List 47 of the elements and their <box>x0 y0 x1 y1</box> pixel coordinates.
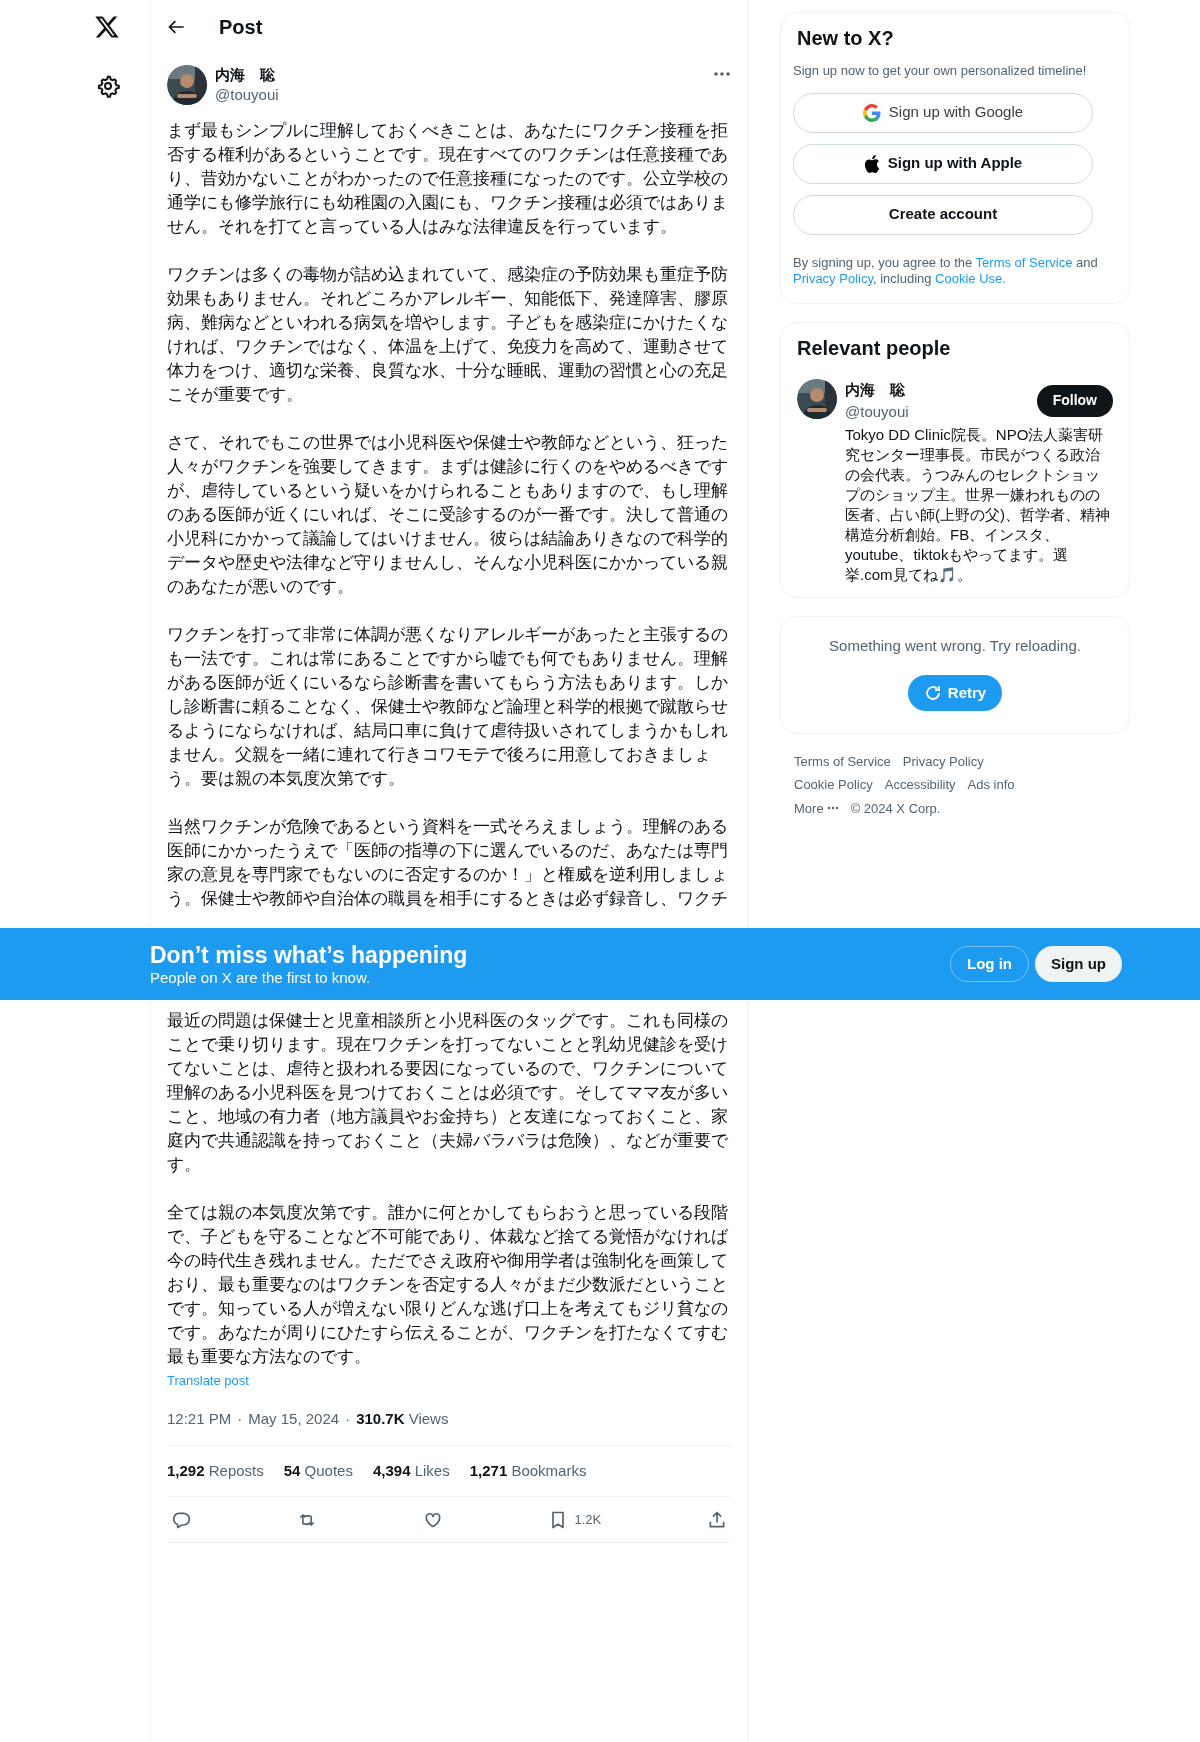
stat-link[interactable]: 1,271 Bookmarks <box>469 1459 587 1483</box>
refresh-icon <box>923 684 942 702</box>
page-title: Post <box>219 14 263 40</box>
post-paragraph: ワクチンは多くの毒物が詰め込まれていて、感染症の予防効果も重症予防効果もありません。それどころかアレルギー、知能低下、発達障害、膠原病、難病などといわれる病気を増やします。子どもを感染症にかけたくなければ、ワクチンではなく、体温を上げて、免疫力を高めて、運動させて体力をつけ、適切な栄養、良質な水、十分な睡眠、運動の習慣と心の充足こそが重要です。 <box>167 264 729 406</box>
banner-subtitle: People on X are the first to know. <box>150 969 372 987</box>
footer-link[interactable]: Terms of Service <box>794 751 891 771</box>
post-paragraph: 最近の問題は保健士と児童相談所と小児科医のタッグです。これも同様のことで乗り切ります。現在ワクチンを打ってないことと乳幼児健診を受けてないことは、虐待と扱われる要因になっているので、ワクチンについて理解のある小児科医を見つけておくことは必須です。そしてママ友が多いこと、地域の有力者（地方議員やお金持ち）と友達になっておくこと、家庭内で共通認識を持っておくこと（夫婦バラバラは危険）、などが重要です。 <box>167 1010 729 1176</box>
footer-link[interactable]: More <box>794 798 839 818</box>
post-time[interactable]: 12:21 PM <box>167 1407 232 1431</box>
footer-link[interactable]: Privacy Policy <box>902 751 984 771</box>
separator-dot: · <box>237 1408 243 1429</box>
view-count: 310.7K Views <box>356 1408 449 1429</box>
google-logo-icon <box>862 103 881 122</box>
stat-link[interactable]: 54 Quotes <box>283 1459 353 1483</box>
error-message: Something went wrong. Try reloading. <box>829 635 1081 656</box>
settings-icon[interactable] <box>96 74 120 98</box>
more-icon[interactable] <box>713 71 731 77</box>
copyright-text: © 2024 X Corp. <box>850 799 941 818</box>
card-title: New to X? <box>796 26 895 51</box>
separator-dot: · <box>345 1408 351 1429</box>
post-paragraph: さて、それでもこの世界では小児科医や保健士や教師などという、狂った人々がワクチンを強要してきます。まずは健診に行くのをやめるべきですが、虐待しているという疑いをかけられることもありますので、もし理解のある医師が近くにいれば、そこに受診するのが一番です。決して普通の小児科にかかって議論してはいけません。彼らは結論ありきなので科学的データや歴史や法律など守りませんし、そんな小児科医にかかっている親のあなたが悪いのです。 <box>167 432 729 598</box>
post-paragraph: 当然ワクチンが危険であるという資料を一式そろえましょう。理解のある医師にかかったうえで「医師の指導の下に選んでいるのだ、あなたは専門家の意見を専門家でもないのに否定するのか！」と権威を逆利用しましょう。保健士や教師や自治体の職員を相手にするときは必ず録音し、ワクチ <box>167 816 729 910</box>
share-icon[interactable] <box>707 1509 727 1530</box>
stat-link[interactable]: 1,292 Reposts <box>167 1459 264 1483</box>
card-subtitle: Sign up now to get your own personalized timeline! <box>793 62 1088 80</box>
footer-link[interactable]: Ads info <box>967 775 1015 795</box>
post-paragraph: 全ては親の本気度次第です。誰かに何とかしてもらおうと思っている段階で、子どもを守ることなど不可能であり、体裁など捨てる覚悟がなければ今の時代生き残れません。ただでさえ政府や御用学者は強制化を画策しており、最も重要なのはワクチンを否定する人々がまだ少数派だということです。知っている人が増えない限りどんな逃げ口上を考えてもジリ貧なのです。あなたが周りにひたすら伝えることが、ワクチンを打たなくてすむ最も重要な方法なのです。 <box>167 1202 729 1368</box>
footer-link[interactable]: Accessibility <box>884 775 956 795</box>
post-paragraph: まず最もシンプルに理解しておくべきことは、あなたにワクチン接種を拒否する権利があるということです。現在すべてのワクチンは任意接種であり、昔効かないことがわかったので任意接種になったのです。公立学校の通学にも修学旅行にも幼稚園の入園にも、ワクチン接種は必須ではありません。それを打てと言っている人はみな法律違反を行っています。 <box>167 120 729 238</box>
more-icon <box>826 806 839 811</box>
signup-button[interactable]: Sign up <box>1035 946 1122 982</box>
card-title: Relevant people <box>797 335 952 361</box>
apple-logo-icon <box>863 154 880 173</box>
person-handle[interactable]: @touyoui <box>845 400 909 423</box>
author-handle[interactable]: @touyoui <box>215 85 279 105</box>
x-logo-icon[interactable] <box>94 14 120 40</box>
person-bio: Tokyo DD Clinic院長。NPO法人薬害研究センター理事長。市民がつくる政治の会代表。うつみんのセレクトショップのショップ主。世界一嫌われものの医者、占い師(上野の父)、哲学者、精神構造分析創始。FB、インスタ、youtube、tiktokもやってます。選挙.com見てね🎵。 <box>845 424 1111 585</box>
post-paragraph: ワクチンを打って非常に体調が悪くなりアレルギーがあったと主張するのも一法です。これは常にあることですから嘘でも何でもありません。理解がある医師が近くにいるなら診断書を書いてもらう方法もあります。しかし診断書に頼ることなく、保健士や教師など論理と科学的根拠で蹴散らせるようにならなければ、結局口車に負けて虐待扱いされてしまうかもしれません。父親を一緒に連れて行きコワモテで後ろに用意しておきましょう。要は親の本気度次第です。 <box>167 624 729 790</box>
legal-text: By signing up, you agree to the Terms of Service and Privacy Policy, including Cookie Use. <box>793 254 1099 287</box>
follow-button[interactable]: Follow <box>1036 384 1113 417</box>
author-name[interactable]: 内海 聡 <box>215 65 279 85</box>
stat-link[interactable]: 4,394 Likes <box>372 1459 450 1483</box>
banner-title: Don’t miss what’s happening <box>150 941 468 969</box>
bookmark-count: 1.2K <box>574 1510 602 1529</box>
person-name[interactable]: 内海 聡 <box>845 378 909 401</box>
footer-link[interactable]: Cookie Policy <box>794 775 873 795</box>
post-date[interactable]: May 15, 2024 <box>248 1407 340 1431</box>
